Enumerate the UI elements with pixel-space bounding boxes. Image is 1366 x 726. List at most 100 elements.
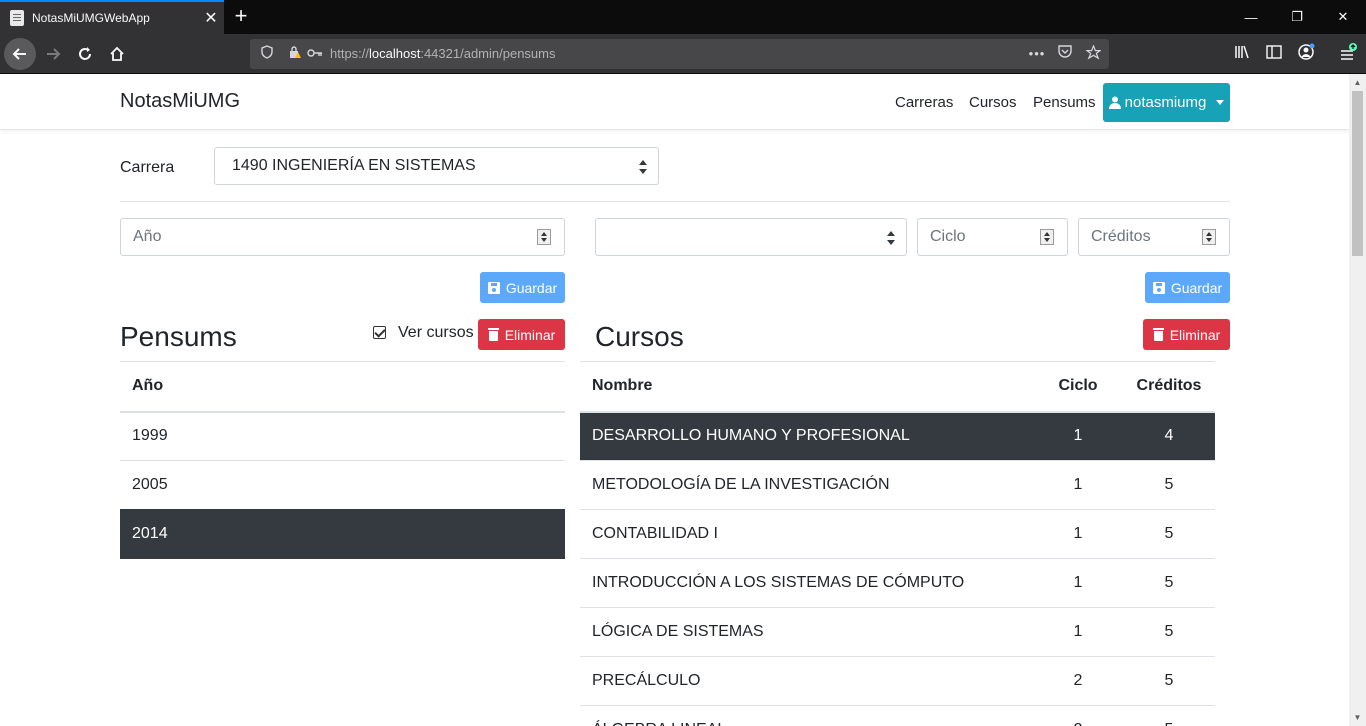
table-row[interactable]: 2005 [120,460,565,510]
user-name: notasmiumg [1124,94,1207,111]
menu-icon[interactable] [1337,43,1359,65]
minimize-button[interactable]: — [1228,0,1274,34]
forward-button[interactable] [37,38,69,70]
brand-link[interactable]: NotasMiUMG [120,90,240,113]
table-header-row: Nombre Ciclo Créditos [580,361,1215,413]
close-window-button[interactable]: ✕ [1320,0,1366,34]
nombre-cell: ÁLGEBRA LINEAL [580,705,1033,726]
column-header-creditos[interactable]: Créditos [1123,361,1215,413]
number-spinner-icon[interactable] [537,229,551,245]
table-row[interactable]: 1999 [120,411,565,461]
number-spinner-icon[interactable] [1040,229,1054,245]
number-spinner-icon[interactable] [1202,229,1216,245]
creditos-cell: 5 [1123,705,1215,726]
carrera-select[interactable]: 1490 INGENIERÍA EN SISTEMAS [214,147,659,185]
home-icon [110,46,124,61]
table-row[interactable]: PRECÁLCULO 2 5 [580,656,1215,706]
year-cell: 2005 [120,460,565,510]
close-tab-icon[interactable]: ✕ [198,8,224,28]
more-actions-icon[interactable]: ••• [1028,45,1046,63]
sidebar-icon[interactable] [1263,43,1285,65]
home-button[interactable] [101,38,133,70]
carrera-select-value: 1490 INGENIERÍA EN SISTEMAS [232,157,476,174]
scrollbar-thumb[interactable] [1352,91,1363,256]
insecure-lock-icon[interactable] [286,45,304,63]
page-content: NotasMiUMG Carreras Cursos Pensums notas… [0,74,1349,726]
nombre-cell: CONTABILIDAD I [580,509,1033,559]
caret-down-icon [1216,100,1225,105]
ciclo-cell: 1 [1033,411,1123,461]
scroll-up-icon[interactable]: ▲ [1349,74,1366,91]
bookmark-star-icon[interactable] [1084,44,1102,63]
back-button[interactable] [4,38,36,70]
nombre-cell: LÓGICA DE SISTEMAS [580,607,1033,657]
cursos-table: Nombre Ciclo Créditos DESARROLLO HUMANO … [580,361,1215,726]
nav-cursos[interactable]: Cursos [969,94,1017,111]
pensums-table: Año 1999 2005 2014 [120,361,565,559]
ciclo-cell: 2 [1033,656,1123,706]
nombre-cell: METODOLOGÍA DE LA INVESTIGACIÓN [580,460,1033,510]
table-row[interactable]: LÓGICA DE SISTEMAS 1 5 [580,607,1215,657]
trash-icon [1152,328,1164,341]
shield-icon[interactable] [258,45,276,63]
table-row[interactable]: ÁLGEBRA LINEAL25 [580,705,1215,726]
nombre-cell: INTRODUCCIÓN A LOS SISTEMAS DE CÓMPUTO [580,558,1033,608]
table-row[interactable]: INTRODUCCIÓN A LOS SISTEMAS DE CÓMPUTO 1 5 [580,558,1215,608]
delete-curso-button[interactable]: Eliminar [1143,319,1230,350]
url-text[interactable]: https://localhost:44321/admin/pensums [330,39,556,69]
year-input-placeholder: Año [133,228,162,245]
key-icon[interactable] [306,45,324,63]
ciclo-cell: 1 [1033,607,1123,657]
creditos-cell: 5 [1123,607,1215,657]
column-header-nombre[interactable]: Nombre [580,361,1033,413]
reload-button[interactable] [69,38,101,70]
delete-curso-label: Eliminar [1169,326,1221,343]
creditos-input[interactable]: Créditos [1078,218,1230,256]
course-select[interactable] [595,218,907,256]
user-menu-button[interactable]: notasmiumg [1103,83,1230,122]
delete-pensum-button[interactable]: Eliminar [478,319,565,350]
library-icon[interactable] [1231,43,1253,65]
page-scrollbar[interactable]: ▲ ▼ [1349,74,1366,726]
arrow-left-icon [12,48,26,60]
creditos-input-placeholder: Créditos [1091,228,1151,245]
column-header-year[interactable]: Año [120,361,565,413]
save-icon [487,281,500,294]
new-tab-button[interactable]: + [228,3,254,29]
table-row[interactable]: DESARROLLO HUMANO Y PROFESIONAL 1 4 [580,411,1215,461]
nav-pensums[interactable]: Pensums [1033,94,1096,111]
table-header-row: Año [120,361,565,413]
year-input[interactable]: Año [120,218,565,256]
save-pensum-button[interactable]: Guardar [480,272,565,303]
trash-icon [487,328,499,341]
cursos-heading: Cursos [595,321,684,352]
table-row[interactable]: 2014 [120,509,565,559]
creditos-cell: 5 [1123,509,1215,559]
select-arrows-icon [887,231,895,245]
table-row[interactable]: CONTABILIDAD I15 [580,509,1215,559]
pocket-icon[interactable] [1056,45,1074,63]
ciclo-input[interactable]: Ciclo [917,218,1068,256]
save-curso-label: Guardar [1170,279,1223,296]
save-curso-button[interactable]: Guardar [1145,272,1230,303]
nav-carreras[interactable]: Carreras [895,94,953,111]
app-navbar: NotasMiUMG Carreras Cursos Pensums notas… [0,74,1349,130]
ver-cursos-label: Ver cursos [398,324,474,341]
save-icon [1152,281,1165,294]
creditos-cell: 5 [1123,656,1215,706]
ciclo-cell: 2 [1033,705,1123,726]
browser-tab[interactable]: NotasMiUMGWebApp ✕ [0,0,224,34]
restore-button[interactable]: ❐ [1274,0,1320,34]
scroll-down-icon[interactable]: ▼ [1349,709,1366,726]
year-cell: 1999 [120,411,565,461]
account-icon[interactable] [1295,43,1317,65]
ver-cursos-checkbox[interactable] [373,326,386,339]
table-row[interactable]: METODOLOGÍA DE LA INVESTIGACIÓN 1 5 [580,460,1215,510]
save-pensum-label: Guardar [505,279,558,296]
delete-pensum-label: Eliminar [504,326,556,343]
column-header-ciclo[interactable]: Ciclo [1033,361,1123,413]
url-bar[interactable]: https://localhost:44321/admin/pensums ••… [250,39,1109,69]
ciclo-cell: 1 [1033,558,1123,608]
carrera-label: Carrera [120,159,175,176]
pensums-heading: Pensums [120,321,237,352]
